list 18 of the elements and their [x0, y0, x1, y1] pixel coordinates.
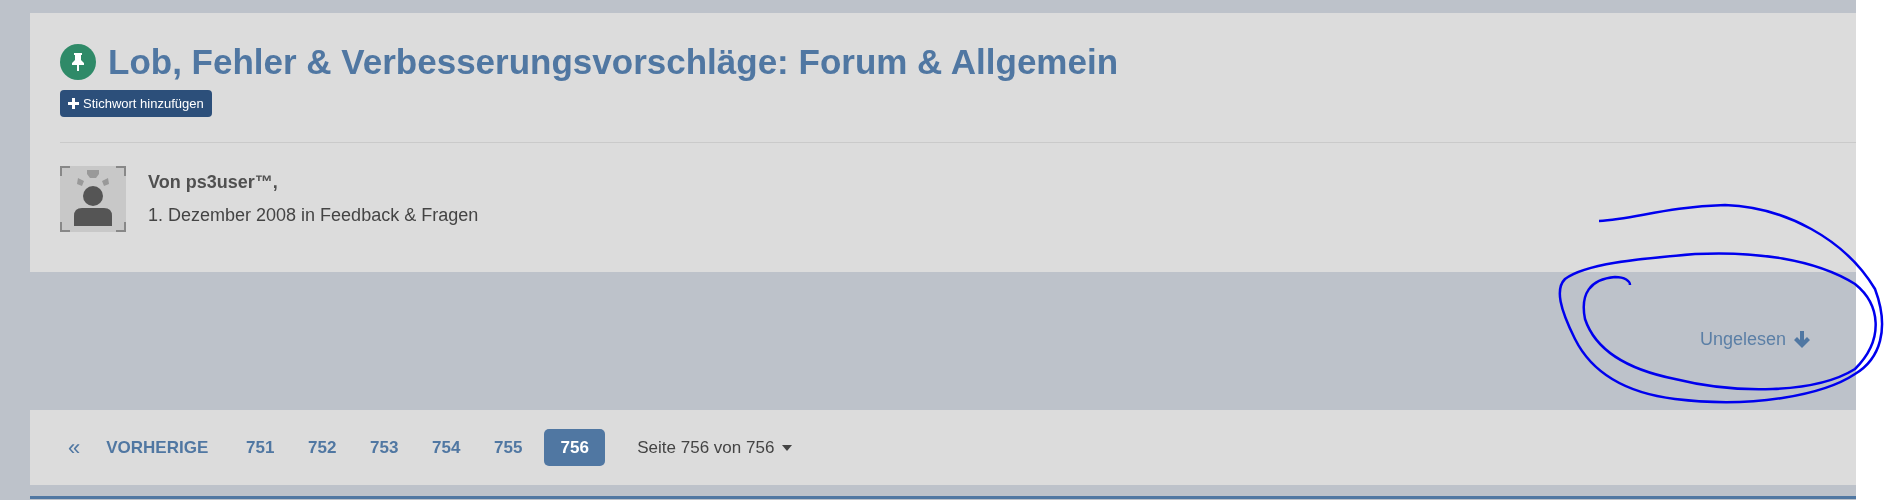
caret-icon	[782, 444, 793, 451]
page-jump-dropdown[interactable]: Seite 756 von 756	[637, 434, 793, 461]
page-link[interactable]: 756	[544, 429, 606, 466]
first-page-link[interactable]: «	[60, 431, 89, 464]
page-link[interactable]: 755	[482, 429, 535, 466]
add-tag-button[interactable]: Stichwort hinzufügen	[60, 89, 212, 117]
page-link[interactable]: 754	[420, 429, 473, 466]
arrow-down-icon	[1794, 330, 1810, 348]
author-name: Von ps3user™,	[148, 170, 279, 194]
page-link[interactable]: 753	[358, 429, 411, 466]
unread-link[interactable]: Ungelesen	[1699, 325, 1810, 353]
page-link[interactable]: 751	[234, 429, 287, 466]
plus-icon	[68, 97, 79, 109]
avatar-icon	[60, 165, 126, 232]
post-meta: 1. Dezember 2008 in Feedback & Fragen	[148, 203, 479, 227]
page-link[interactable]: 752	[296, 429, 349, 466]
previous-link[interactable]: VORHERIGE	[98, 434, 217, 461]
topic-title: Lob, Fehler & Verbesserungsvorschläge: Forum & Allgemein	[108, 41, 1119, 83]
